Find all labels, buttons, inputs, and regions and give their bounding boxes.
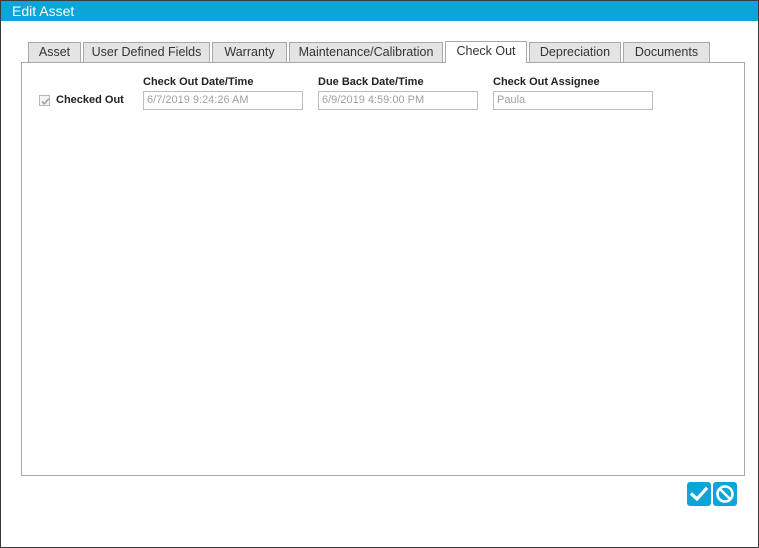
tab-warranty[interactable]: Warranty (212, 42, 287, 63)
check-out-datetime-label: Check Out Date/Time (143, 76, 254, 88)
checkmark-icon (41, 97, 50, 105)
tab-depreciation[interactable]: Depreciation (529, 42, 621, 63)
check-out-assignee-field: Check Out Assignee Paula (493, 75, 653, 110)
tab-check-out[interactable]: Check Out (445, 41, 527, 63)
save-button[interactable] (687, 482, 711, 506)
tab-asset[interactable]: Asset (28, 42, 81, 63)
tab-bar: Asset User Defined Fields Warranty Maint… (28, 41, 712, 63)
check-icon (689, 486, 709, 502)
check-out-assignee-label: Check Out Assignee (493, 76, 600, 88)
dialog-title: Edit Asset (12, 3, 75, 19)
check-out-assignee-input[interactable]: Paula (493, 91, 653, 110)
tab-user-defined-fields[interactable]: User Defined Fields (83, 42, 210, 63)
tab-documents[interactable]: Documents (623, 42, 710, 63)
checked-out-checkbox-row: Checked Out (39, 94, 124, 106)
dialog-actions (687, 482, 739, 506)
tab-maintenance-calibration[interactable]: Maintenance/Calibration (289, 42, 443, 63)
title-bar[interactable]: Edit Asset (1, 1, 758, 21)
cancel-icon (716, 485, 734, 503)
check-out-datetime-field: Check Out Date/Time 6/7/2019 9:24:26 AM (143, 75, 303, 110)
cancel-button[interactable] (713, 482, 737, 506)
edit-asset-dialog: Edit Asset Asset User Defined Fields War… (0, 0, 759, 548)
due-back-datetime-label: Due Back Date/Time (318, 76, 424, 88)
checked-out-label: Checked Out (56, 94, 124, 106)
due-back-datetime-input[interactable]: 6/9/2019 4:59:00 PM (318, 91, 478, 110)
due-back-datetime-field: Due Back Date/Time 6/9/2019 4:59:00 PM (318, 75, 478, 110)
check-out-panel: Checked Out Check Out Date/Time 6/7/2019… (21, 62, 745, 476)
check-out-datetime-input[interactable]: 6/7/2019 9:24:26 AM (143, 91, 303, 110)
checked-out-checkbox[interactable] (39, 94, 50, 106)
